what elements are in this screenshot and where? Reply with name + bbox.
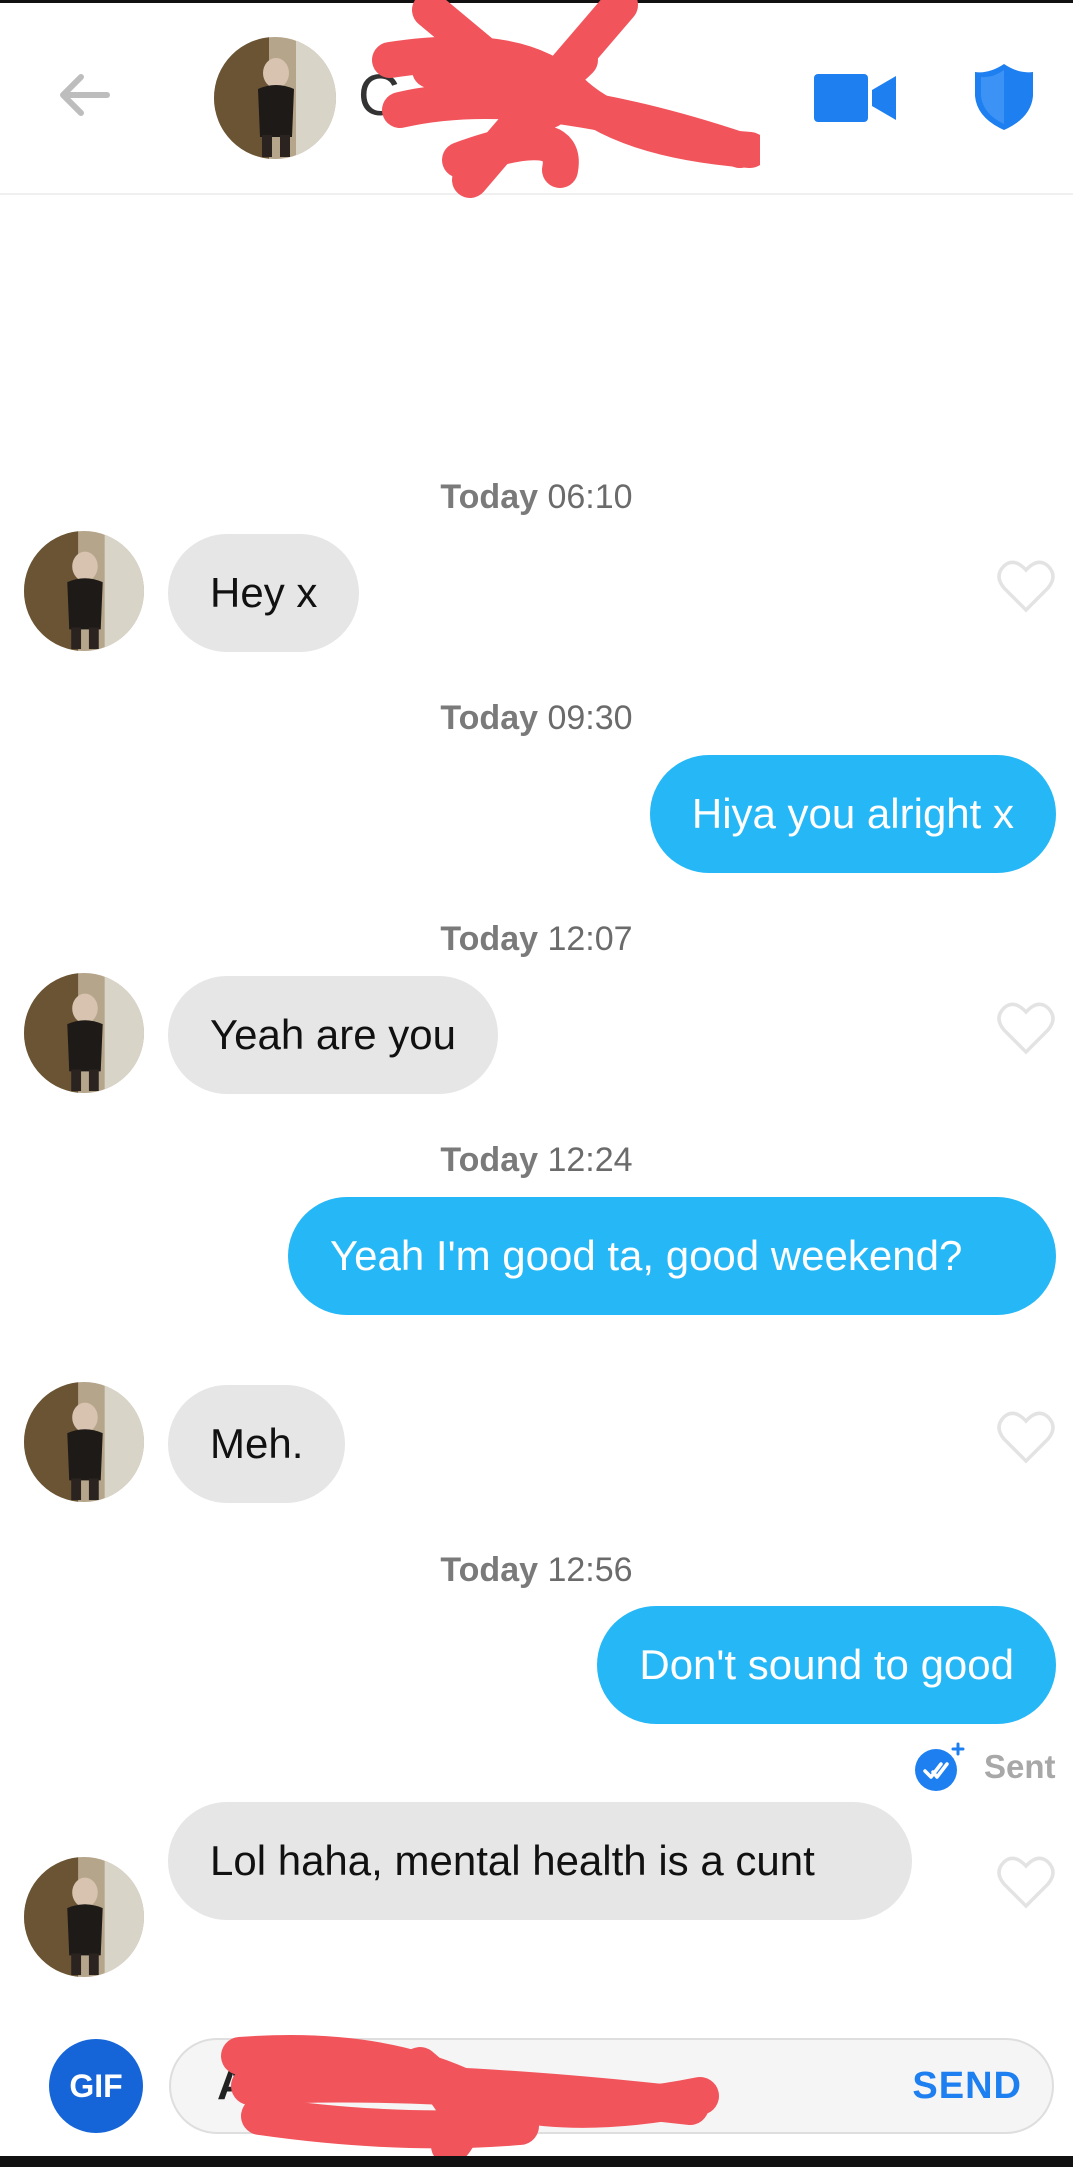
avatar-photo	[24, 1857, 144, 1977]
message-timestamp: Today 06:10	[0, 478, 1073, 517]
timestamp-day: Today	[440, 920, 539, 958]
avatar-photo	[214, 37, 336, 159]
timestamp-time: 09:30	[547, 699, 633, 737]
message-timestamp: Today 12:24	[0, 1141, 1073, 1180]
outgoing-message[interactable]: Hiya you alright x	[649, 755, 1056, 873]
message-text: Hey x	[210, 569, 318, 616]
message-text: Don't sound to good	[639, 1641, 1014, 1688]
nav-edge	[0, 2156, 1073, 2167]
sender-avatar[interactable]	[24, 1382, 144, 1502]
outgoing-message[interactable]: Yeah I'm good ta, good weekend?	[288, 1197, 1056, 1315]
message-composer: GIF A SEND	[0, 2020, 1073, 2167]
timestamp-time: 12:56	[547, 1551, 633, 1589]
send-button[interactable]: SEND	[912, 2065, 1022, 2108]
safety-button[interactable]	[973, 62, 1035, 132]
back-button[interactable]	[50, 60, 120, 130]
message-text: Yeah I'm good ta, good weekend?	[330, 1232, 963, 1279]
message-text: Meh.	[210, 1420, 304, 1467]
shield-icon	[975, 64, 1033, 130]
redaction-scribble	[221, 2035, 719, 2165]
message-text: Hiya you alright x	[691, 790, 1014, 837]
video-call-button[interactable]	[812, 70, 898, 126]
avatar-photo	[24, 1382, 144, 1502]
arrow-left-icon	[60, 74, 110, 116]
message-timestamp: Today 12:07	[0, 920, 1073, 959]
timestamp-day: Today	[440, 1141, 539, 1179]
message-timestamp: Today 09:30	[0, 699, 1073, 738]
message-text: Yeah are you	[210, 1011, 456, 1058]
message-timestamp: Today 12:56	[0, 1551, 1073, 1590]
incoming-message[interactable]: Meh.	[168, 1385, 346, 1503]
incoming-message[interactable]: Yeah are you	[168, 976, 498, 1094]
sender-avatar[interactable]	[24, 1857, 144, 1977]
timestamp-time: 12:24	[547, 1141, 633, 1179]
avatar-photo	[24, 973, 144, 1093]
gif-button[interactable]: GIF	[49, 2039, 143, 2133]
timestamp-day: Today	[440, 478, 539, 516]
heart-icon[interactable]	[996, 1409, 1056, 1465]
sender-avatar[interactable]	[24, 531, 144, 651]
delivery-status: Sent	[914, 1742, 1056, 1792]
timestamp-day: Today	[440, 1551, 539, 1589]
chat-header: C	[0, 0, 1073, 198]
heart-icon[interactable]	[996, 558, 1056, 614]
incoming-message[interactable]: Hey x	[168, 534, 360, 652]
heart-icon[interactable]	[996, 1854, 1056, 1910]
avatar-photo	[24, 531, 144, 651]
incoming-message[interactable]: Lol haha, mental health is a cunt	[168, 1802, 912, 1920]
read-receipt-icon	[915, 1742, 965, 1791]
redaction-scribble	[372, 0, 760, 198]
timestamp-time: 06:10	[547, 478, 633, 516]
outgoing-message[interactable]: Don't sound to good	[597, 1606, 1056, 1724]
timestamp-time: 12:07	[547, 920, 633, 958]
timestamp-day: Today	[440, 699, 539, 737]
heart-icon[interactable]	[996, 1000, 1056, 1056]
match-avatar[interactable]	[214, 37, 336, 159]
video-camera-icon	[814, 74, 896, 122]
sender-avatar[interactable]	[24, 973, 144, 1093]
message-text: Lol haha, mental health is a cunt	[210, 1837, 815, 1884]
sent-label: Sent	[984, 1748, 1056, 1785]
